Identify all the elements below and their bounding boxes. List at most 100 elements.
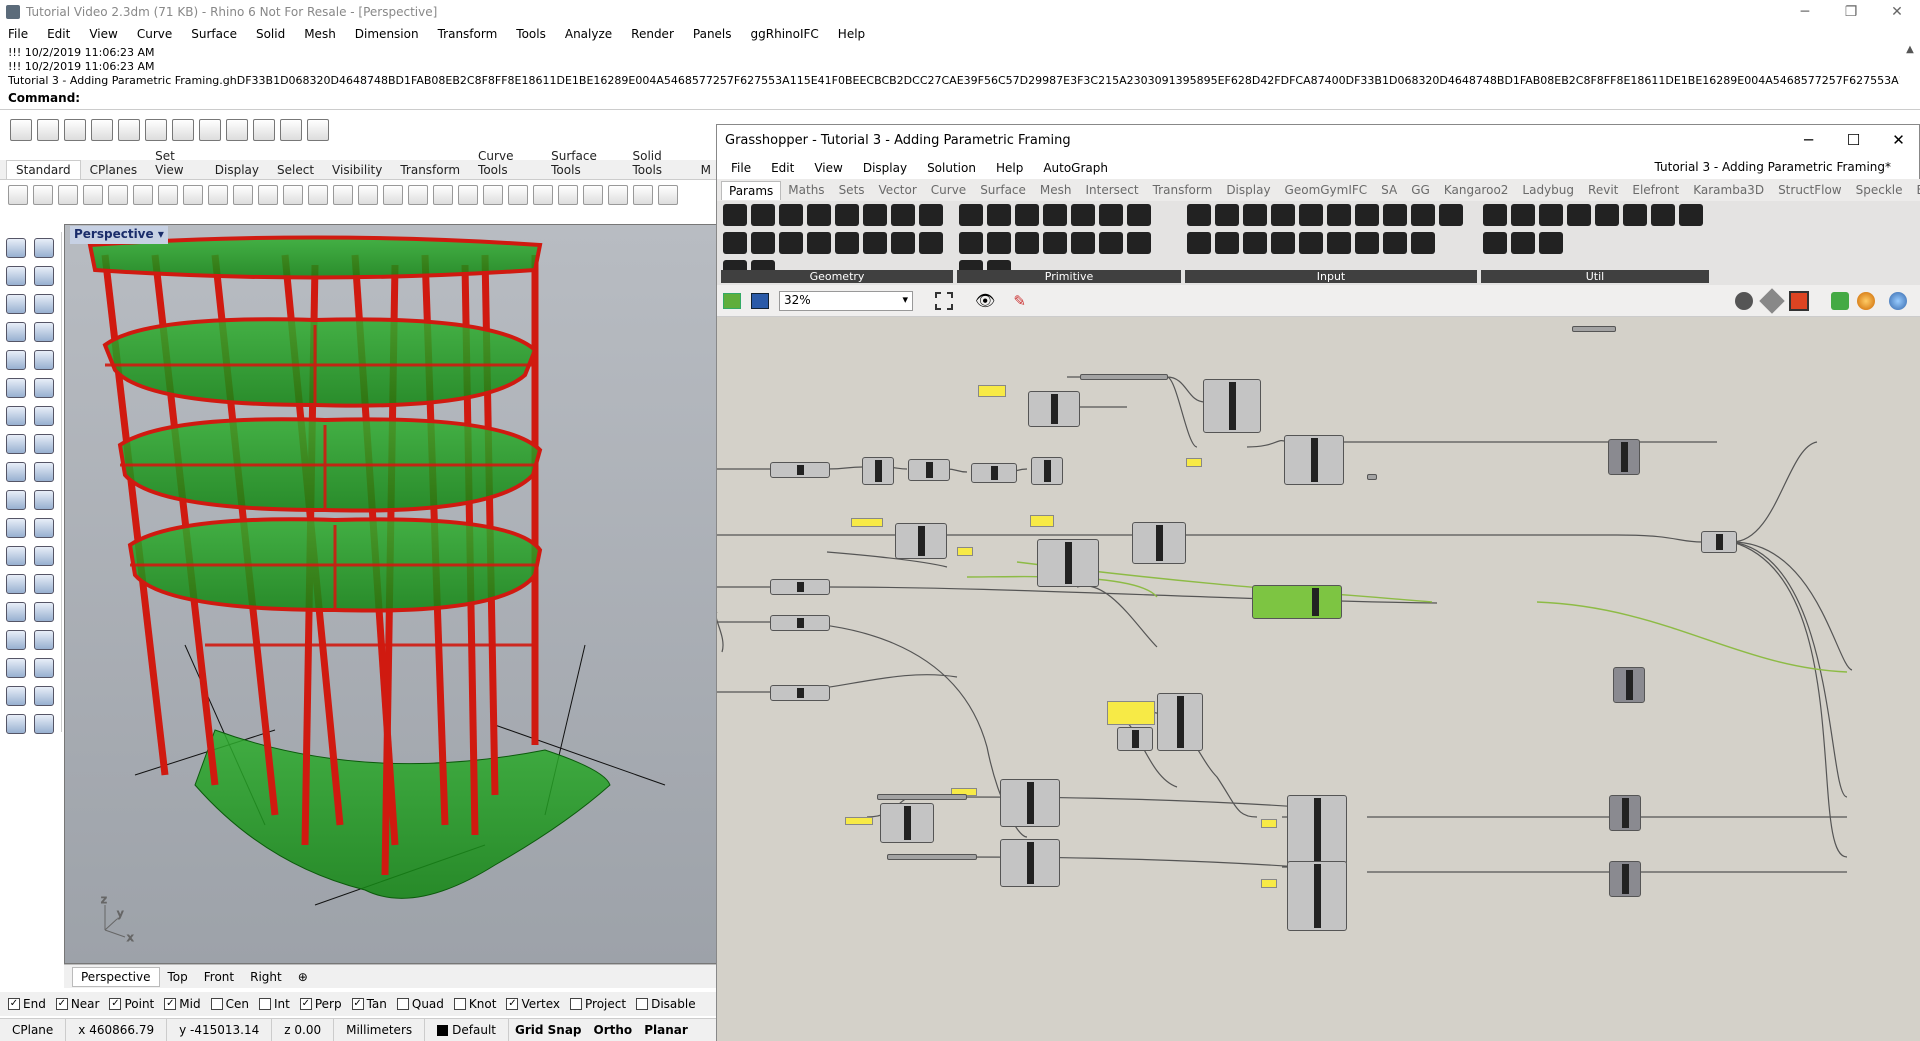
toolbar-button-icon[interactable] <box>258 185 278 205</box>
tool-button-icon[interactable] <box>6 294 26 314</box>
component-icon[interactable] <box>919 232 943 254</box>
gh-tab-maths[interactable]: Maths <box>781 181 831 199</box>
component-icon[interactable] <box>835 232 859 254</box>
gh-menu-file[interactable]: File <box>731 161 751 175</box>
toolbar-button-icon[interactable] <box>172 119 194 141</box>
component-icon[interactable] <box>1043 204 1067 226</box>
osnap-vertex[interactable]: ✓ Vertex <box>506 997 560 1011</box>
component-icon[interactable] <box>807 232 831 254</box>
component-icon[interactable] <box>723 204 747 226</box>
component-icon[interactable] <box>1071 232 1095 254</box>
osnap-checkbox[interactable] <box>636 998 649 1010</box>
save-file-icon[interactable] <box>751 292 769 309</box>
gh-close-button[interactable]: ✕ <box>1876 125 1920 155</box>
osnap-checkbox[interactable] <box>258 998 271 1010</box>
osnap-checkbox[interactable] <box>453 998 466 1010</box>
tab-cplanes[interactable]: CPlanes <box>81 161 147 179</box>
gh-menu-autograph[interactable]: AutoGraph <box>1043 161 1108 175</box>
component-icon[interactable] <box>1271 204 1295 226</box>
bake-icon[interactable] <box>1831 291 1849 310</box>
component[interactable] <box>1609 795 1641 831</box>
menu-item-transform[interactable]: Transform <box>438 27 498 41</box>
component-icon[interactable] <box>1383 204 1407 226</box>
tool-button-icon[interactable] <box>6 686 26 706</box>
component-icon[interactable] <box>1243 232 1267 254</box>
osnap-cen[interactable]: Cen <box>210 997 249 1011</box>
add-view-icon[interactable]: ⊕ <box>290 968 316 986</box>
panel[interactable] <box>1107 701 1155 725</box>
toolbar-button-icon[interactable] <box>118 119 140 141</box>
component-icon[interactable] <box>1623 204 1647 226</box>
sketch-icon[interactable]: ✎ <box>1013 292 1026 310</box>
component-icon[interactable] <box>1099 232 1123 254</box>
view-tab-right[interactable]: Right <box>242 968 290 986</box>
toolbar-button-icon[interactable] <box>58 185 78 205</box>
component[interactable] <box>971 463 1017 483</box>
toolbar-button-icon[interactable] <box>307 119 329 141</box>
toolbar-button-icon[interactable] <box>199 119 221 141</box>
panel[interactable] <box>845 817 873 825</box>
toolbar-button-icon[interactable] <box>83 185 103 205</box>
toolbar-button-icon[interactable] <box>8 185 28 205</box>
gh-tab-bumblebee[interactable]: Bumblebee <box>1910 181 1920 199</box>
component[interactable] <box>895 523 947 559</box>
toolbar-button-icon[interactable] <box>208 185 228 205</box>
component[interactable] <box>1031 457 1063 485</box>
menu-item-surface[interactable]: Surface <box>191 27 237 41</box>
component-icon[interactable] <box>751 204 775 226</box>
display-sphere-icon[interactable] <box>1889 291 1907 310</box>
component-icon[interactable] <box>1539 204 1563 226</box>
gh-tab-sa[interactable]: SA <box>1374 181 1404 199</box>
view-tab-top[interactable]: Top <box>160 968 196 986</box>
osnap-checkbox[interactable] <box>396 998 409 1010</box>
toolbar-button-icon[interactable] <box>508 185 528 205</box>
component-icon[interactable] <box>779 232 803 254</box>
component-icon[interactable] <box>1411 204 1435 226</box>
preview-mode-icon[interactable] <box>1735 291 1753 310</box>
menu-item-ggrhinoifc[interactable]: ggRhinoIFC <box>751 27 819 41</box>
gh-tab-sets[interactable]: Sets <box>832 181 872 199</box>
component-icon[interactable] <box>1015 232 1039 254</box>
material-icon[interactable] <box>1857 291 1875 310</box>
tool-button-icon[interactable] <box>6 490 26 510</box>
component-icon[interactable] <box>1127 204 1151 226</box>
toolbar-button-icon[interactable] <box>226 119 248 141</box>
view-tab-perspective[interactable]: Perspective <box>72 966 160 987</box>
osnap-checkbox[interactable]: ✓ <box>8 998 20 1010</box>
component-icon[interactable] <box>1271 232 1295 254</box>
gh-tab-transform[interactable]: Transform <box>1146 181 1220 199</box>
cplane-label[interactable]: CPlane <box>0 1018 67 1041</box>
component-icon[interactable] <box>1651 204 1675 226</box>
component-icon[interactable] <box>1595 204 1619 226</box>
osnap-near[interactable]: ✓ Near <box>55 997 99 1011</box>
component[interactable] <box>1608 439 1640 475</box>
component[interactable] <box>1157 693 1203 751</box>
osnap-tan[interactable]: ✓ Tan <box>351 997 387 1011</box>
number-slider[interactable] <box>1080 374 1168 380</box>
tool-button-icon[interactable] <box>34 714 54 734</box>
toolbar-button-icon[interactable] <box>608 185 628 205</box>
gh-tab-elefront[interactable]: Elefront <box>1625 181 1686 199</box>
number-slider[interactable] <box>877 794 967 800</box>
component-icon[interactable] <box>1511 232 1535 254</box>
tool-button-icon[interactable] <box>6 546 26 566</box>
toolbar-button-icon[interactable] <box>658 185 678 205</box>
component[interactable] <box>770 615 830 631</box>
tool-button-icon[interactable] <box>6 322 26 342</box>
gh-tab-params[interactable]: Params <box>721 180 782 200</box>
component-icon[interactable] <box>1511 204 1535 226</box>
toolbar-button-icon[interactable] <box>280 119 302 141</box>
component[interactable] <box>1037 539 1099 587</box>
gh-tab-speckle[interactable]: Speckle <box>1849 181 1910 199</box>
component-icon[interactable] <box>1099 204 1123 226</box>
component-icon[interactable] <box>1355 204 1379 226</box>
osnap-mid[interactable]: ✓ Mid <box>164 997 201 1011</box>
component[interactable] <box>1203 379 1261 433</box>
panel[interactable] <box>1186 458 1202 467</box>
view-tab-front[interactable]: Front <box>196 968 242 986</box>
gh-menu-display[interactable]: Display <box>863 161 907 175</box>
toolbar-button-icon[interactable] <box>33 185 53 205</box>
planar-toggle[interactable]: Planar <box>638 1023 694 1037</box>
toolbar-button-icon[interactable] <box>158 185 178 205</box>
tool-button-icon[interactable] <box>34 238 54 258</box>
